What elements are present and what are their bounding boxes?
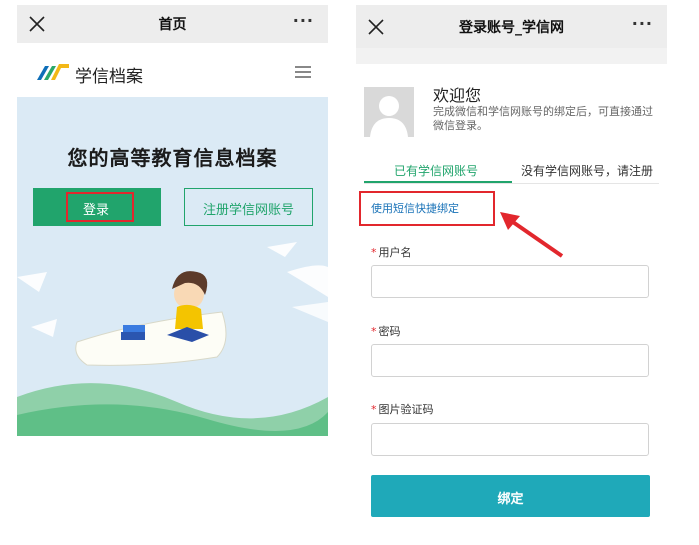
register-button-label: 注册学信网账号 [202,203,294,218]
bind-button-label: 绑定 [497,492,524,507]
wechat-navbar: 登录账号_学信网 ··· [356,5,667,48]
password-field[interactable] [371,344,649,377]
page-title: 登录账号_学信网 [459,20,564,36]
username-label: * 用户名 [371,244,412,260]
tab-existing-account[interactable]: 已有学信网账号 [394,162,478,179]
hero-banner: 您的高等教育信息档案 登录 注册学信网账号 [17,97,328,436]
required-mark: * [371,246,377,259]
user-silhouette-icon [370,96,408,137]
sub-bar [356,48,667,64]
welcome-title: 欢迎您 [433,86,482,105]
xuexin-logo-icon [37,64,69,80]
tab-register-account[interactable]: 没有学信网账号，请注册 [521,162,653,179]
captcha-label-text: 图片验证码 [378,403,434,416]
username-label-text: 用户名 [378,246,412,259]
wechat-navbar: 首页 ··· [17,5,328,43]
required-mark: * [371,403,377,416]
bind-account-screen: 登录账号_学信网 ··· 欢迎您 完成微信和学信网账号的绑定后，可直接通过微信登… [356,5,667,545]
site-header: 学信档案 [17,43,328,97]
login-highlight-box [66,192,134,222]
more-dots-icon[interactable]: ··· [632,14,653,33]
required-mark: * [371,325,377,338]
register-button[interactable]: 注册学信网账号 [184,188,313,226]
welcome-description: 完成微信和学信网账号的绑定后，可直接通过微信登录。 [433,105,653,132]
sms-link-highlight-box [359,191,495,226]
password-label-text: 密码 [378,325,401,338]
captcha-field[interactable] [371,423,649,456]
tab-divider [364,183,659,184]
hero-title: 您的高等教育信息档案 [67,146,278,170]
username-field[interactable] [371,265,649,298]
bind-button[interactable]: 绑定 [371,475,650,517]
more-dots-icon[interactable]: ··· [293,11,314,30]
home-screen: 首页 ··· 学信档案 您的高等教育信息档案 登录 注册学信网账号 [17,5,328,436]
hamburger-menu-icon[interactable] [295,66,311,78]
logo-text: 学信档案 [75,67,143,87]
password-label: * 密码 [371,323,401,339]
page-title: 首页 [158,17,187,33]
captcha-label: * 图片验证码 [371,401,434,417]
avatar [364,87,414,137]
annotation-arrow-icon [500,212,564,258]
